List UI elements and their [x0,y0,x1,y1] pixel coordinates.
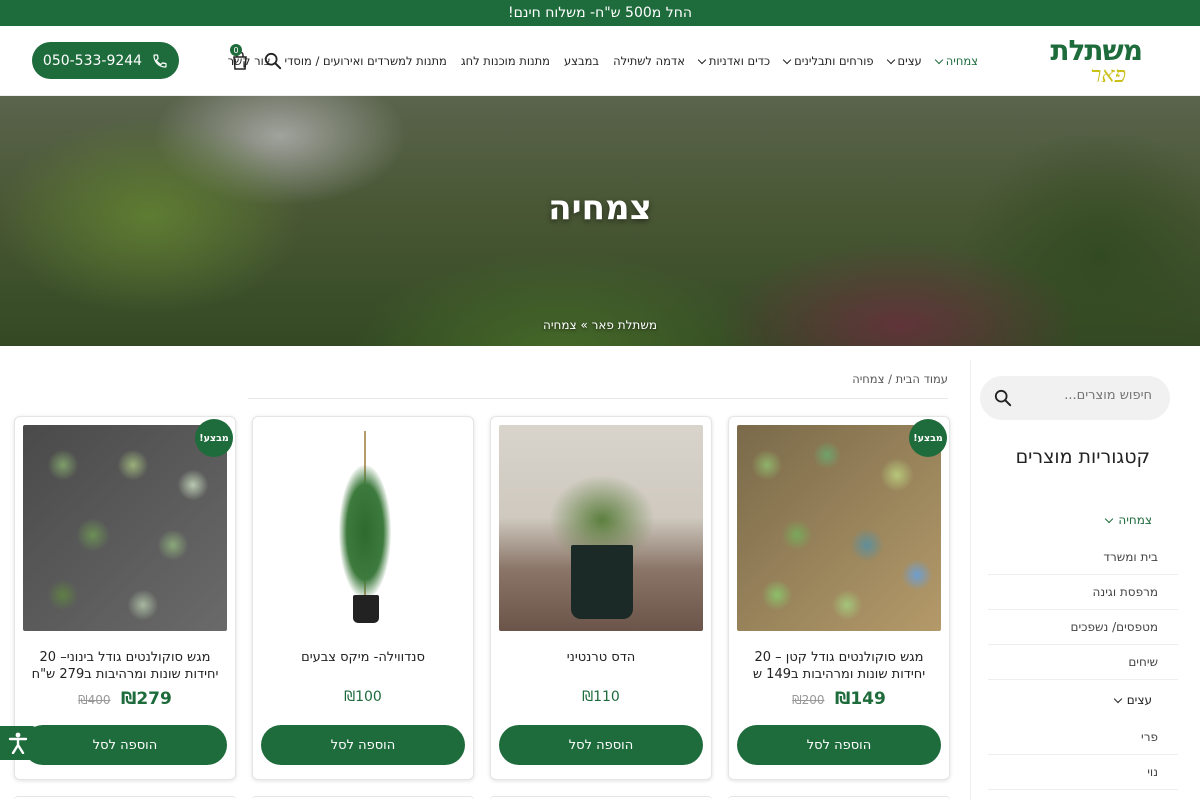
nav-label: במבצע [563,54,600,68]
categories-title: קטגוריות מוצרים [1015,446,1150,468]
chevron-down-icon [782,55,792,64]
nav-item-flowering-herbs[interactable]: פורחים ותבלינים [782,54,874,68]
phone-number: 050-533-9244 [42,52,143,69]
product-image-myrtle[interactable] [499,425,703,631]
nav-label: כדים ואדניות [708,54,771,68]
category-item-home-office[interactable]: בית ומשרד [988,540,1178,575]
hero-banner: צמחיה משתלת פאר » צמחיה [0,96,1200,346]
nav-item-trees[interactable]: עצים [886,54,922,68]
category-item-fruit[interactable]: פרי [988,720,1178,755]
search-icon[interactable] [264,52,282,70]
logo-line-2: פאר [1090,63,1126,88]
product-price: ₪110 [582,689,620,705]
promo-text: החל מ500 ש"ח- משלוח חינם! [508,5,692,21]
product-image-succulent-tray-medium[interactable] [23,425,227,631]
nav-item-corporate-gifts[interactable]: מתנות למשרדים ואירועים / מוסדי [285,54,447,68]
cart-count-badge: 0 [230,44,242,56]
phone-button[interactable]: 050-533-9244 [32,42,179,79]
product-name[interactable]: סנדווילה- מיקס צבעים [263,649,463,666]
category-label: פרי [1141,730,1158,744]
product-search-input[interactable] [1032,388,1152,403]
nav-label: צמחיה [945,54,978,68]
product-card-next-row [14,796,236,800]
category-label: שיחים [1128,655,1158,669]
original-price: ₪200 [792,693,825,707]
original-price: ₪400 [78,693,111,707]
sale-price: ₪279 [120,689,172,709]
accessibility-icon [8,732,28,754]
nav-label: פורחים ותבלינים [794,54,874,68]
category-label: נוי [1147,765,1158,779]
product-search[interactable] [980,376,1170,420]
nav-item-holiday-gifts[interactable]: מתנות מוכנות לחג [461,54,550,68]
add-to-cart-button[interactable]: הוספה לסל [737,725,941,765]
sale-badge: מבצע! [909,419,947,457]
pot-shape [353,595,379,623]
product-price: ₪100 [344,689,382,705]
product-name[interactable]: הדס טרנטיני [501,649,701,666]
category-list: צמחיה בית ומשרד מרפסת וגינה מטפסים/ נשפכ… [988,500,1178,790]
category-item-plants[interactable]: צמחיה [988,500,1178,540]
category-label: צמחיה [1118,513,1152,527]
product-image-mandevilla[interactable] [261,425,465,631]
category-label: מרפסת וגינה [1092,585,1158,599]
promo-bar: החל מ500 ש"ח- משלוח חינם! [0,0,1200,26]
category-label: עצים [1126,693,1152,707]
category-label: בית ומשרד [1103,550,1158,564]
add-to-cart-button[interactable]: הוספה לסל [261,725,465,765]
nav-item-sale[interactable]: במבצע [564,54,599,68]
pot-shape [571,545,633,619]
add-to-cart-button[interactable]: הוספה לסל [499,725,703,765]
phone-icon [153,53,167,68]
category-item-balcony-garden[interactable]: מרפסת וגינה [988,575,1178,610]
site-header: משתלת פאר צמחיה עצים פורחים ותבלינים כדי… [0,26,1200,96]
nav-label: עצים [897,54,922,68]
main-nav: צמחיה עצים פורחים ותבלינים כדים ואדניות … [228,26,978,96]
product-grid: מבצע! מגש סוקולנטים גודל קטן – 20 יחידות… [10,416,950,796]
category-label: מטפסים/ נשפכים [1070,620,1158,634]
product-name[interactable]: מגש סוקולנטים גודל קטן – 20 יחידות שונות… [739,649,939,683]
category-item-shrubs[interactable]: שיחים [988,645,1178,680]
nav-label: אדמה לשתילה [613,54,685,68]
product-card[interactable]: הדס טרנטיני ₪110 הוספה לסל [490,416,712,780]
sale-price: ₪149 [834,689,886,709]
hero-breadcrumb[interactable]: משתלת פאר » צמחיה [0,318,1200,332]
product-card-next-row [490,796,712,800]
plant-foliage [339,465,391,599]
nav-label: מתנות למשרדים ואירועים / מוסדי [284,54,447,68]
nav-item-plants[interactable]: צמחיה [934,54,978,68]
chevron-down-icon[interactable] [1113,694,1122,703]
nav-item-pots[interactable]: כדים ואדניות [697,54,771,68]
category-item-climbers[interactable]: מטפסים/ נשפכים [988,610,1178,645]
search-icon[interactable] [994,389,1012,407]
product-card[interactable]: מבצע! מגש סוקולנטים גודל בינוני– 20 יחיד… [14,416,236,780]
nav-item-soil[interactable]: אדמה לשתילה [613,54,685,68]
product-name[interactable]: מגש סוקולנטים גודל בינוני– 20 יחידות שונ… [25,649,225,683]
product-card[interactable]: סנדווילה- מיקס צבעים ₪100 הוספה לסל [252,416,474,780]
sale-badge: מבצע! [195,419,233,457]
site-logo[interactable]: משתלת פאר [1050,34,1143,90]
chevron-down-icon [697,55,707,64]
product-price: ₪149 ₪200 [729,689,949,709]
product-card-next-row [252,796,474,800]
category-item-trees[interactable]: עצים [988,680,1178,720]
accessibility-button[interactable] [0,726,36,760]
add-to-cart-button[interactable]: הוספה לסל [23,725,227,765]
chevron-down-icon[interactable] [1105,514,1114,523]
breadcrumb[interactable]: עמוד הבית / צמחיה [852,372,948,386]
hero-title: צמחיה [548,188,652,228]
chevron-down-icon [934,55,944,64]
nav-label: מתנות מוכנות לחג [460,54,550,68]
chevron-down-icon [886,55,895,64]
sidebar: קטגוריות מוצרים צמחיה בית ומשרד מרפסת וג… [970,360,1200,800]
product-price: ₪279 ₪400 [15,689,235,709]
product-image-succulent-tray-small[interactable] [737,425,941,631]
product-card-next-row [728,796,950,800]
breadcrumb-divider [248,398,948,399]
product-card[interactable]: מבצע! מגש סוקולנטים גודל קטן – 20 יחידות… [728,416,950,780]
category-item-ornamental[interactable]: נוי [988,755,1178,790]
